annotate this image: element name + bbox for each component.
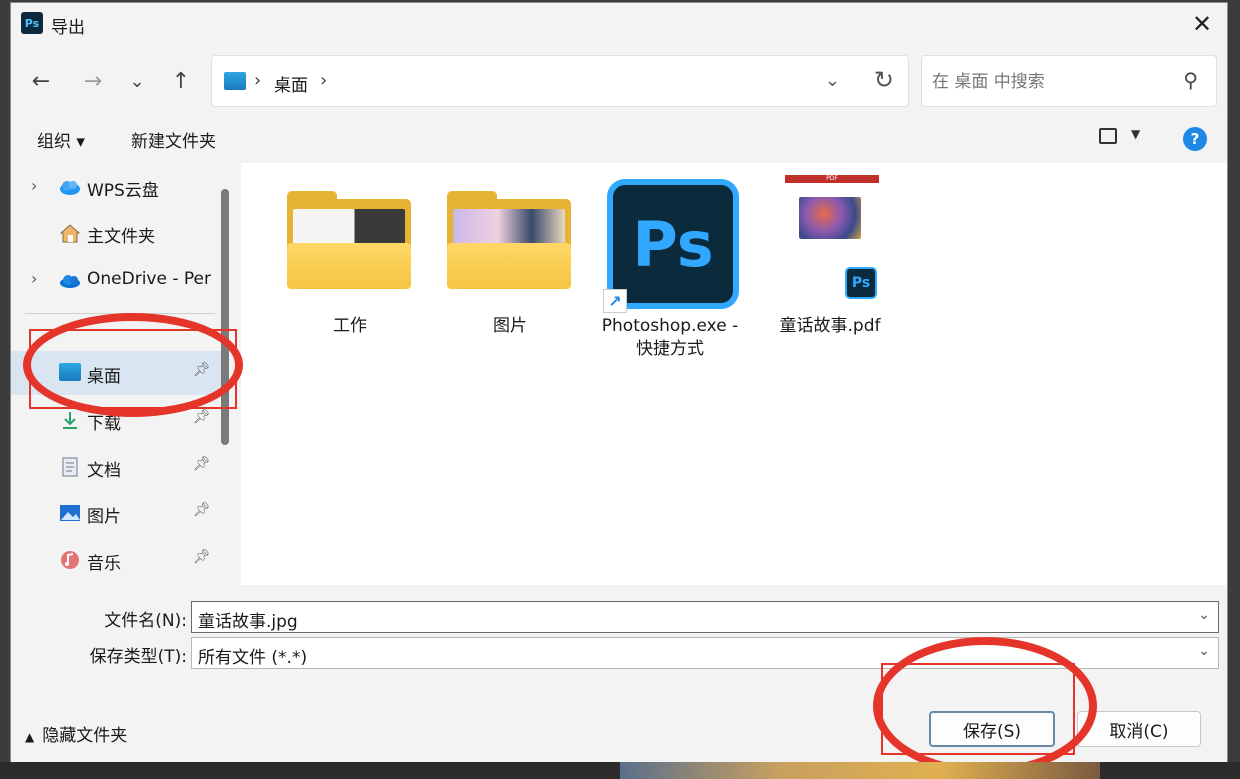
recent-locations-chevron-icon[interactable]: ⌄ (121, 65, 153, 97)
filename-row: 文件名(N): 童话故事.jpg ⌄ (11, 601, 1227, 633)
folder-icon (287, 191, 411, 289)
dialog-title: 导出 (51, 18, 85, 38)
file-name: 工作 (333, 316, 367, 336)
folder-icon (447, 191, 571, 289)
annotation-circle (873, 637, 1097, 763)
hide-folders-button[interactable]: ▲ 隐藏文件夹 (25, 721, 127, 746)
background-strip (0, 762, 1240, 779)
breadcrumb-desktop[interactable]: 桌面 (274, 71, 308, 96)
chevron-up-icon: ▲ (25, 730, 35, 744)
pdf-thumbnail: PDF (785, 175, 879, 275)
hide-folders-label: 隐藏文件夹 (42, 726, 128, 746)
filename-label: 文件名(N): (104, 611, 187, 631)
filetype-label: 保存类型(T): (89, 647, 187, 667)
home-icon (59, 224, 81, 243)
sidebar-item-music[interactable]: 音乐 📌︎ (11, 538, 221, 582)
search-box[interactable]: ⚲ (921, 55, 1217, 107)
picture-icon (60, 505, 80, 521)
export-dialog: Ps 导出 ✕ ← → ⌄ ↑ › 桌面 › ⌄ ↻ ⚲ 组织 ▾ 新建文件夹 … (10, 2, 1228, 764)
annotation-circle (23, 313, 243, 417)
pin-icon[interactable]: 📌︎ (193, 502, 211, 518)
back-arrow-icon[interactable]: ← (25, 65, 57, 97)
sidebar-item-wps-cloud[interactable]: › WPS云盘 (11, 165, 221, 209)
sidebar-item-pictures[interactable]: 图片 📌︎ (11, 491, 221, 535)
expand-chevron-icon[interactable]: › (31, 176, 37, 195)
cloud-icon (60, 275, 80, 288)
title-bar: Ps 导出 ✕ (11, 3, 1227, 45)
photoshop-badge-icon: Ps (845, 267, 877, 299)
filename-value[interactable]: 童话故事.jpg (198, 607, 298, 632)
cloud-icon (60, 181, 80, 195)
view-dropdown-icon[interactable]: ▼ (1131, 127, 1140, 141)
forward-arrow-icon[interactable]: → (77, 65, 109, 97)
sidebar-item-label: 文档 (87, 461, 121, 481)
sidebar-item-label: WPS云盘 (87, 181, 159, 201)
file-list: 工作 图片 Ps ↗ Photoshop.exe - 快捷方式 PDF Ps 童… (241, 163, 1227, 585)
view-mode-icon[interactable] (1099, 128, 1117, 144)
up-arrow-icon[interactable]: ↑ (165, 65, 197, 97)
desktop-icon (224, 72, 246, 90)
filename-field[interactable]: 童话故事.jpg ⌄ (191, 601, 1219, 633)
organize-menu-button[interactable]: 组织 ▾ (37, 127, 85, 152)
sidebar-item-onedrive[interactable]: › OneDrive - Per (11, 258, 221, 302)
music-icon (61, 551, 79, 569)
sidebar-item-label: OneDrive - Per (87, 269, 211, 289)
pin-icon[interactable]: 📌︎ (193, 456, 211, 472)
pdf-thumbnail-image (799, 197, 861, 239)
expand-chevron-icon[interactable]: › (31, 269, 37, 288)
file-name: 童话故事.pdf (779, 316, 881, 336)
pdf-thumb-header: PDF (785, 175, 879, 183)
shortcut-arrow-icon: ↗ (603, 289, 627, 313)
new-folder-button[interactable]: 新建文件夹 (131, 127, 216, 152)
pin-icon[interactable]: 📌︎ (193, 409, 211, 425)
sidebar-item-label: 主文件夹 (87, 227, 155, 247)
help-icon[interactable]: ? (1183, 127, 1207, 151)
chevron-down-icon[interactable]: ⌄ (1198, 607, 1210, 623)
sidebar-item-label: 图片 (87, 507, 121, 527)
photoshop-app-icon: Ps (21, 12, 43, 34)
filetype-value: 所有文件 (*.*) (198, 648, 308, 668)
sidebar-item-home[interactable]: 主文件夹 (11, 211, 221, 255)
pin-icon[interactable]: 📌︎ (193, 549, 211, 565)
sidebar-item-label: 音乐 (87, 554, 121, 574)
breadcrumb-separator-icon[interactable]: › (254, 70, 261, 91)
search-icon[interactable]: ⚲ (1183, 68, 1198, 92)
file-name: 图片 (493, 316, 527, 336)
file-name: Photoshop.exe - 快捷方式 (601, 316, 739, 359)
download-icon (63, 412, 77, 429)
address-bar[interactable]: › 桌面 › ⌄ ↻ (211, 55, 909, 107)
address-dropdown-icon[interactable]: ⌄ (825, 70, 840, 91)
breadcrumb-separator-icon[interactable]: › (320, 70, 327, 91)
refresh-icon[interactable]: ↻ (874, 66, 894, 94)
sidebar-item-documents[interactable]: 文档 📌︎ (11, 445, 221, 489)
command-bar: 组织 ▾ 新建文件夹 ▼ ? (11, 115, 1227, 161)
search-input[interactable] (932, 68, 1162, 96)
close-icon[interactable]: ✕ (1187, 9, 1217, 39)
document-icon (62, 457, 78, 477)
chevron-down-icon[interactable]: ⌄ (1198, 643, 1210, 659)
